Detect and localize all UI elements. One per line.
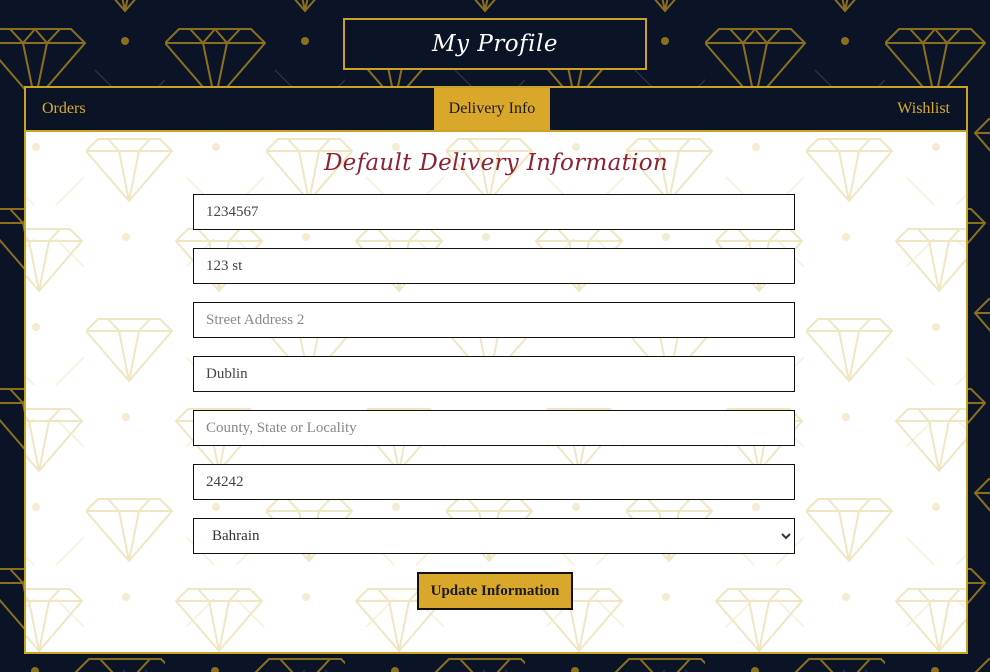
postal-code-input[interactable] <box>193 464 795 500</box>
tab-orders[interactable]: Orders <box>42 88 86 130</box>
country-select[interactable]: Bahrain <box>193 518 795 554</box>
phone-number-input[interactable] <box>193 194 795 230</box>
town-city-input[interactable] <box>193 356 795 392</box>
street-address-1-input[interactable] <box>193 248 795 284</box>
profile-panel: Orders Delivery Info Wishlist Default De… <box>24 86 968 654</box>
form-heading: Default Delivery Information <box>323 150 669 176</box>
update-information-button[interactable]: Update Information <box>417 572 573 610</box>
page-title: My Profile <box>431 31 558 57</box>
tab-wishlist[interactable]: Wishlist <box>897 88 950 130</box>
profile-tabs: Orders Delivery Info Wishlist <box>26 88 966 132</box>
county-state-input[interactable] <box>193 410 795 446</box>
tab-delivery-info[interactable]: Delivery Info <box>434 88 550 130</box>
page-title-box: My Profile <box>343 18 647 70</box>
street-address-2-input[interactable] <box>193 302 795 338</box>
